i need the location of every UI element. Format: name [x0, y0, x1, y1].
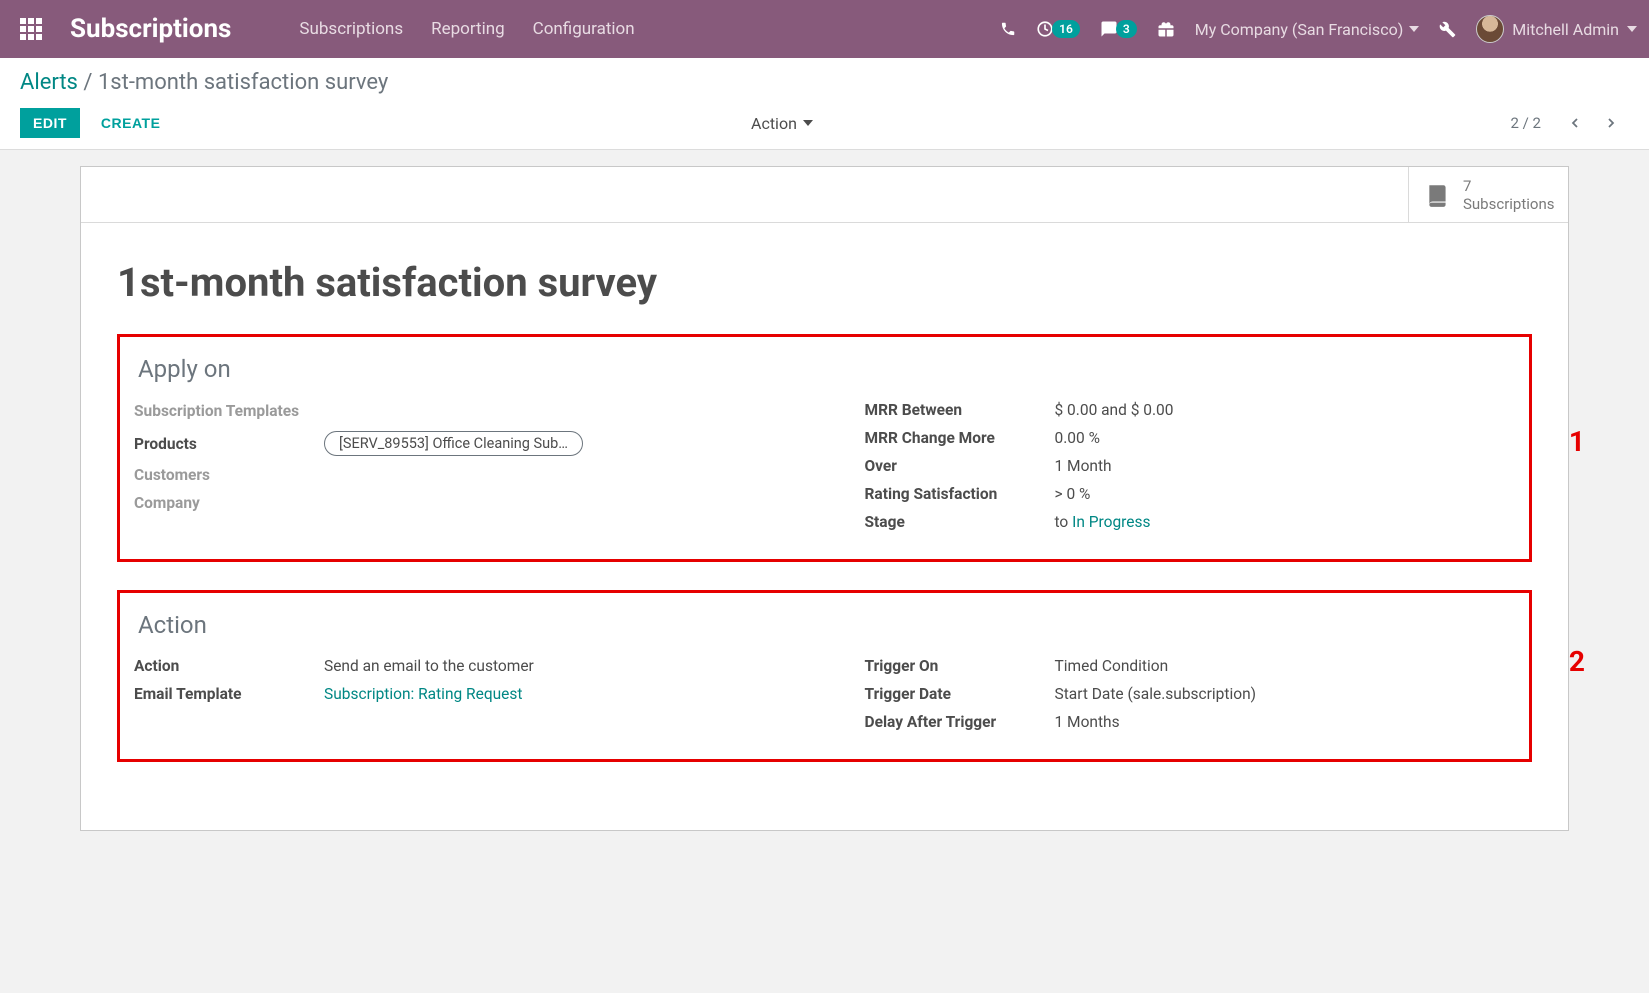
value-mrr-change: 0.00 % — [1055, 429, 1516, 447]
page-title: 1st-month satisfaction survey — [117, 259, 1532, 306]
label-customers: Customers — [134, 466, 324, 484]
breadcrumb-separator: / — [83, 70, 98, 95]
control-panel: Alerts / 1st-month satisfaction survey E… — [0, 58, 1649, 150]
stat-subscriptions[interactable]: 7 Subscriptions — [1408, 167, 1568, 222]
breadcrumb-current: 1st-month satisfaction survey — [98, 70, 388, 95]
apply-on-section: 1 Apply on Subscription Templates Produc… — [117, 334, 1532, 562]
value-company — [324, 494, 785, 512]
label-rating: Rating Satisfaction — [865, 485, 1055, 503]
value-rating: > 0 % — [1055, 485, 1516, 503]
pager-text[interactable]: 2 / 2 — [1510, 114, 1541, 132]
discuss-badge: 3 — [1116, 20, 1137, 38]
create-button[interactable]: CREATE — [88, 108, 174, 138]
action-heading: Action — [138, 611, 1515, 639]
label-templates: Subscription Templates — [134, 401, 324, 421]
company-switcher[interactable]: My Company (San Francisco) — [1195, 20, 1420, 39]
label-trigger-date: Trigger Date — [865, 685, 1055, 703]
nav-menu-configuration[interactable]: Configuration — [519, 19, 649, 39]
nav-menu: Subscriptions Reporting Configuration — [285, 19, 648, 39]
annotation-2: 2 — [1569, 645, 1585, 678]
avatar — [1476, 15, 1504, 43]
company-name: My Company (San Francisco) — [1195, 20, 1404, 39]
nav-menu-reporting[interactable]: Reporting — [417, 19, 519, 39]
debug-icon[interactable] — [1439, 21, 1456, 38]
value-action: Send an email to the customer — [324, 657, 785, 675]
label-products: Products — [134, 435, 324, 453]
user-name: Mitchell Admin — [1512, 20, 1619, 39]
value-trigger-date: Start Date (sale.subscription) — [1055, 685, 1516, 703]
value-delay: 1 Months — [1055, 713, 1516, 731]
book-icon — [1425, 182, 1451, 208]
user-menu[interactable]: Mitchell Admin — [1476, 15, 1637, 43]
email-template-link[interactable]: Subscription: Rating Request — [324, 685, 522, 703]
top-navbar: Subscriptions Subscriptions Reporting Co… — [0, 0, 1649, 58]
value-mrr-between: $ 0.00 and $ 0.00 — [1055, 401, 1516, 419]
apply-on-heading: Apply on — [138, 355, 1515, 383]
nav-right: 16 3 My Company (San Francisco) Mitchell… — [1000, 15, 1637, 43]
label-mrr-change: MRR Change More — [865, 429, 1055, 447]
label-trigger-on: Trigger On — [865, 657, 1055, 675]
value-trigger-on: Timed Condition — [1055, 657, 1516, 675]
stat-label: Subscriptions — [1463, 195, 1554, 213]
apps-icon[interactable] — [20, 18, 42, 40]
value-over: 1 Month — [1055, 457, 1516, 475]
label-email-template: Email Template — [134, 685, 324, 703]
label-stage: Stage — [865, 513, 1055, 531]
chevron-down-icon — [1627, 26, 1637, 32]
edit-button[interactable]: EDIT — [20, 108, 80, 138]
action-section: 2 Action Action Send an email to the cus… — [117, 590, 1532, 762]
value-templates — [324, 401, 785, 421]
label-over: Over — [865, 457, 1055, 475]
action-label: Action — [751, 114, 797, 133]
annotation-1: 1 — [1569, 425, 1585, 458]
chevron-down-icon — [803, 120, 813, 126]
gift-icon[interactable] — [1157, 20, 1175, 38]
value-customers — [324, 466, 785, 484]
breadcrumb-root[interactable]: Alerts — [20, 70, 78, 95]
activities-badge: 16 — [1052, 20, 1080, 38]
product-tag[interactable]: [SERV_89553] Office Cleaning Sub… — [324, 431, 583, 456]
label-mrr-between: MRR Between — [865, 401, 1055, 419]
activities-icon[interactable]: 16 — [1036, 20, 1080, 38]
phone-icon[interactable] — [1000, 21, 1016, 37]
value-stage: to In Progress — [1055, 513, 1516, 531]
stage-prefix: to — [1055, 513, 1073, 531]
stat-count: 7 — [1463, 177, 1554, 195]
stage-link[interactable]: In Progress — [1072, 513, 1150, 531]
chevron-down-icon — [1409, 26, 1419, 32]
label-delay: Delay After Trigger — [865, 713, 1055, 731]
form-sheet: 7 Subscriptions 1st-month satisfaction s… — [80, 166, 1569, 831]
app-brand[interactable]: Subscriptions — [70, 14, 231, 44]
nav-menu-subscriptions[interactable]: Subscriptions — [285, 19, 417, 39]
discuss-icon[interactable]: 3 — [1100, 20, 1137, 38]
breadcrumb: Alerts / 1st-month satisfaction survey — [20, 70, 1629, 95]
label-company: Company — [134, 494, 324, 512]
pager-next[interactable] — [1593, 107, 1629, 139]
action-dropdown[interactable]: Action — [751, 114, 813, 133]
label-action: Action — [134, 657, 324, 675]
pager-prev[interactable] — [1557, 107, 1593, 139]
